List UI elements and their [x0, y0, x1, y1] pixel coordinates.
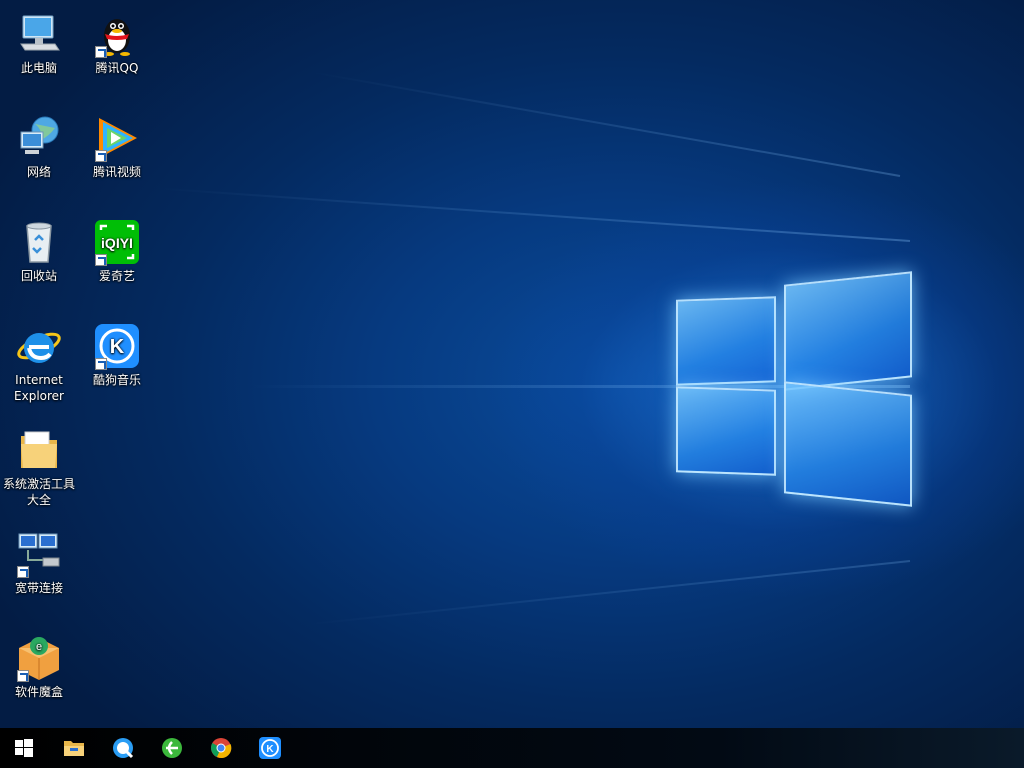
icon-label: 回收站: [20, 269, 57, 283]
logo-pane-br: [784, 381, 912, 507]
desktop-icon-tencent-video[interactable]: 腾讯视频: [79, 114, 155, 180]
windows-logo: [670, 270, 920, 510]
desktop-wallpaper: 此电脑 网络 回收站 Internet Explorer 系统激活工具大全 宽带…: [0, 0, 1024, 728]
desktop-icon-software-box[interactable]: e 软件魔盒: [1, 634, 77, 700]
shortcut-arrow-icon: [95, 46, 107, 58]
icon-label: 系统激活工具大全: [2, 477, 75, 507]
desktop-icon-tencent-qq[interactable]: 腾讯QQ: [79, 10, 155, 76]
qq-browser-icon: [113, 738, 134, 759]
taskbar: K: [0, 728, 1024, 768]
taskbar-kugou[interactable]: K: [250, 732, 290, 764]
icon-label: 宽带连接: [14, 581, 63, 595]
svg-text:e: e: [36, 641, 42, 653]
icon-label: 腾讯视频: [92, 165, 141, 179]
logo-pane-tl: [676, 296, 776, 386]
icon-label: 爱奇艺: [98, 269, 135, 283]
icon-label: 网络: [26, 165, 51, 179]
internet-explorer-icon: [17, 332, 61, 363]
shortcut-arrow-icon: [95, 358, 107, 370]
start-button[interactable]: [4, 732, 44, 764]
taskbar-qq-browser[interactable]: [103, 732, 143, 764]
desktop-icon-broadband[interactable]: 宽带连接: [1, 530, 77, 596]
recycle-bin-icon: [26, 222, 52, 263]
shortcut-arrow-icon: [17, 670, 29, 682]
taskbar-chrome[interactable]: [201, 732, 241, 764]
desktop-icon-kugou-music[interactable]: K 酷狗音乐: [79, 322, 155, 388]
taskbar-browser-green[interactable]: [152, 732, 192, 764]
icon-label: 酷狗音乐: [92, 373, 141, 387]
shortcut-arrow-icon: [95, 150, 107, 162]
desktop-icon-recycle-bin[interactable]: 回收站: [1, 218, 77, 284]
computer-icon: [20, 15, 60, 51]
desktop-icon-network[interactable]: 网络: [1, 114, 77, 180]
browser-green-icon: [162, 738, 182, 758]
shortcut-arrow-icon: [95, 254, 107, 266]
taskbar-file-explorer[interactable]: [54, 732, 94, 764]
desktop-icon-internet-explorer[interactable]: Internet Explorer: [1, 322, 77, 404]
light-ray: [308, 70, 901, 177]
desktop-icon-this-pc[interactable]: 此电脑: [1, 10, 77, 76]
icon-label: 腾讯QQ: [95, 61, 139, 75]
kugou-icon: K: [259, 737, 281, 759]
icon-label: 此电脑: [20, 61, 57, 75]
logo-pane-bl: [676, 386, 776, 476]
svg-text:K: K: [110, 336, 125, 358]
desktop-icon-iqiyi[interactable]: iQIYI 爱奇艺: [79, 218, 155, 284]
folder-icon: [64, 741, 84, 756]
icon-label: Internet Explorer: [14, 373, 64, 403]
light-ray: [303, 560, 911, 626]
icon-label: 软件魔盒: [14, 685, 63, 699]
logo-pane-tr: [784, 271, 912, 391]
svg-text:K: K: [266, 744, 274, 755]
shortcut-arrow-icon: [17, 566, 29, 578]
light-ray: [151, 186, 911, 242]
folder-icon: [21, 431, 57, 468]
svg-text:iQIYI: iQIYI: [101, 235, 133, 251]
chrome-icon: [211, 738, 232, 758]
desktop-icon-activation-tools[interactable]: 系统激活工具大全: [1, 426, 77, 508]
network-icon: [20, 116, 59, 154]
windows-logo-icon: [15, 739, 33, 757]
